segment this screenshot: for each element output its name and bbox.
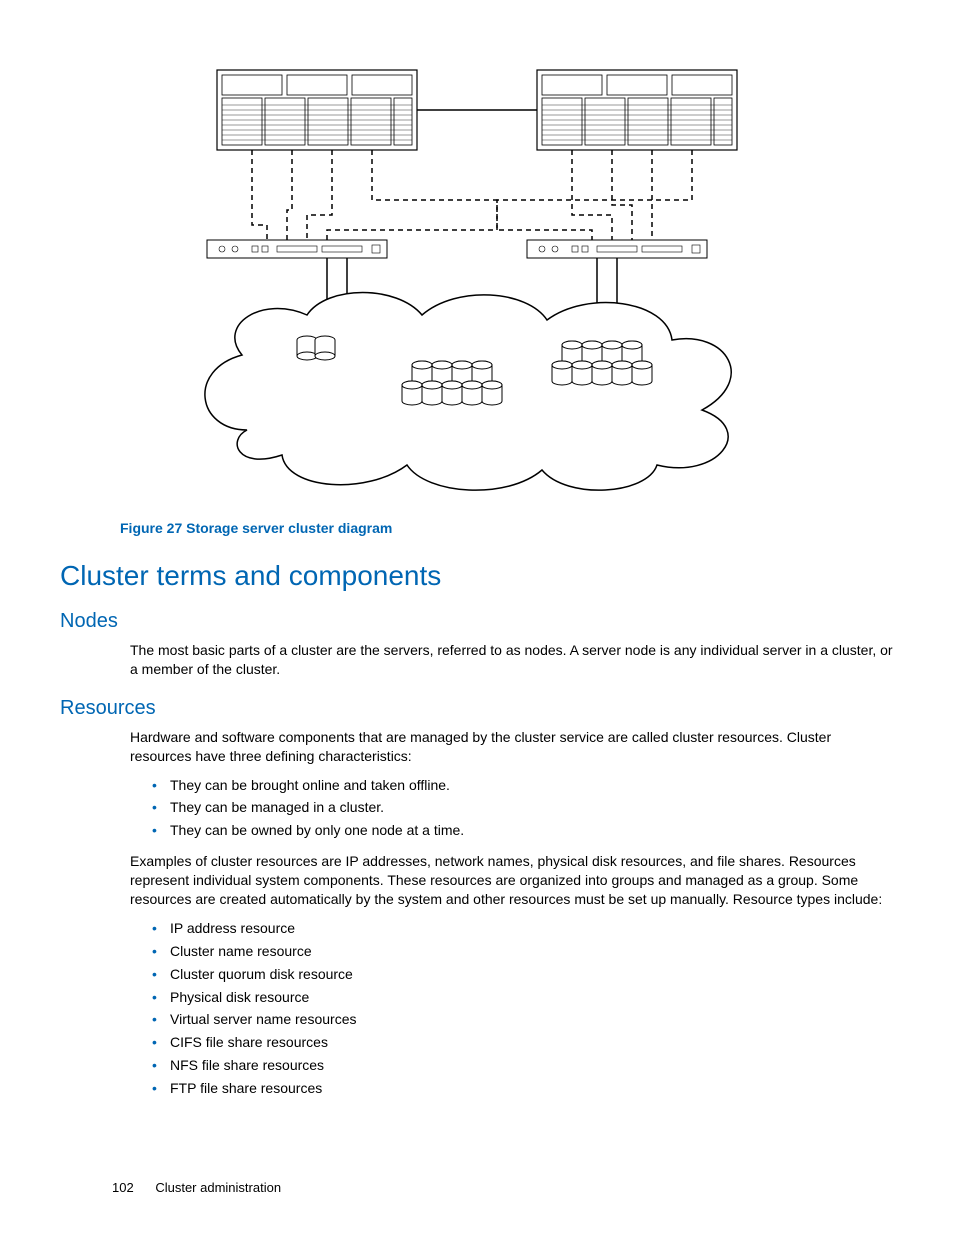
list-item: Virtual server name resources bbox=[152, 1010, 894, 1029]
resources-heading: Resources bbox=[60, 697, 894, 720]
list-item: Cluster name resource bbox=[152, 942, 894, 961]
list-item: They can be owned by only one node at a … bbox=[152, 821, 894, 840]
resources-paragraph-2: Examples of cluster resources are IP add… bbox=[130, 852, 894, 909]
list-item: NFS file share resources bbox=[152, 1056, 894, 1075]
server-node-left-icon bbox=[217, 70, 417, 150]
disk-cluster-right-icon bbox=[552, 341, 652, 385]
diagram-svg bbox=[197, 60, 757, 500]
page-footer: 102 Cluster administration bbox=[112, 1180, 281, 1195]
resources-paragraph-1: Hardware and software components that ar… bbox=[130, 728, 894, 766]
list-item: IP address resource bbox=[152, 919, 894, 938]
list-item: FTP file share resources bbox=[152, 1079, 894, 1098]
nodes-paragraph: The most basic parts of a cluster are th… bbox=[130, 641, 894, 679]
disk-cluster-small-icon bbox=[297, 336, 335, 360]
list-item: Physical disk resource bbox=[152, 988, 894, 1007]
server-node-right-icon bbox=[537, 70, 737, 150]
figure-caption: Figure 27 Storage server cluster diagram bbox=[120, 520, 894, 536]
nodes-heading: Nodes bbox=[60, 610, 894, 633]
list-item: They can be managed in a cluster. bbox=[152, 798, 894, 817]
list-item: CIFS file share resources bbox=[152, 1033, 894, 1052]
characteristics-list: They can be brought online and taken off… bbox=[152, 776, 894, 841]
list-item: Cluster quorum disk resource bbox=[152, 965, 894, 984]
page-number: 102 bbox=[112, 1180, 134, 1195]
switch-left-icon bbox=[207, 240, 387, 258]
cluster-diagram bbox=[197, 60, 757, 500]
dashed-link-icon bbox=[252, 150, 592, 240]
list-item: They can be brought online and taken off… bbox=[152, 776, 894, 795]
disk-cluster-middle-icon bbox=[402, 361, 502, 405]
section-title: Cluster terms and components bbox=[60, 560, 894, 592]
chapter-title: Cluster administration bbox=[155, 1180, 281, 1195]
resource-types-list: IP address resource Cluster name resourc… bbox=[152, 919, 894, 1098]
switch-right-icon bbox=[527, 240, 707, 258]
dashed-link-icon bbox=[327, 150, 692, 240]
